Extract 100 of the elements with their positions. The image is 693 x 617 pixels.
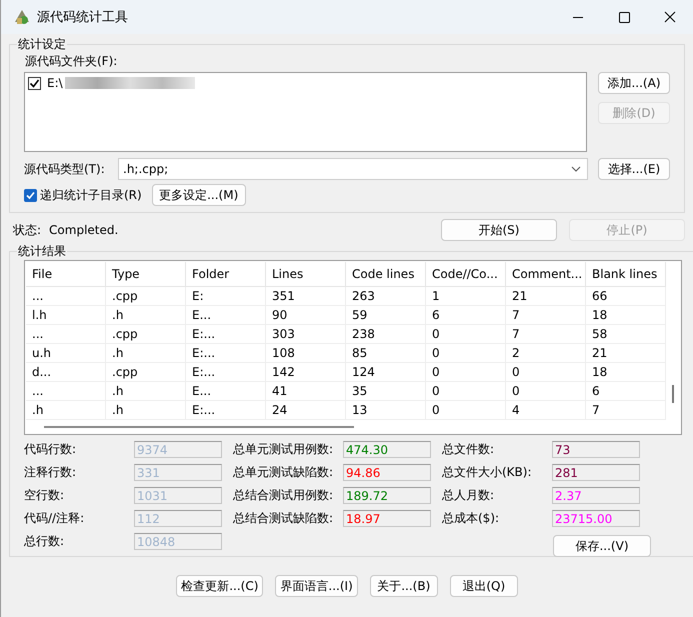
stat-label: 总成本($): (442, 510, 500, 527)
stat-field: 10848 (134, 533, 222, 550)
table-cell: .h (106, 344, 186, 362)
stat-field: 474.30 (343, 441, 431, 458)
stat-field: 9374 (134, 441, 222, 458)
table-cell: 90 (266, 306, 346, 324)
table-cell: 59 (346, 306, 426, 324)
group-title: 统计设定 (17, 36, 67, 53)
table-cell: 7 (506, 306, 586, 324)
table-cell: .h (26, 401, 106, 419)
stat-field: 189.72 (343, 487, 431, 504)
column-header[interactable]: Folder (186, 262, 266, 286)
table-cell: d... (26, 363, 106, 381)
table-cell: 108 (266, 344, 346, 362)
table-cell: 7 (586, 401, 666, 419)
table-cell: 124 (346, 363, 426, 381)
folder-checkbox[interactable] (28, 76, 41, 90)
table-cell: ... (26, 382, 106, 400)
column-header[interactable]: Comment... (506, 262, 586, 286)
table-cell: 303 (266, 325, 346, 343)
start-button[interactable]: 开始(S) (441, 219, 557, 241)
status-text: Completed. (49, 223, 118, 237)
table-cell: 263 (346, 287, 426, 305)
stat-field: 2.37 (552, 487, 640, 504)
stat-label: 代码行数: (24, 441, 78, 458)
table-cell: 21 (506, 287, 586, 305)
column-header[interactable]: Blank lines (586, 262, 666, 286)
table-cell: 0 (506, 363, 586, 381)
type-label: 源代码类型(T): (24, 160, 106, 178)
add-button[interactable]: 添加...(A) (598, 72, 670, 94)
stat-label: 总文件数: (442, 441, 496, 458)
footer-button[interactable]: 退出(Q) (450, 575, 518, 597)
stat-field: 112 (134, 510, 222, 527)
table-cell: 66 (586, 287, 666, 305)
table-cell: E... (186, 306, 266, 324)
column-header[interactable]: Code//Co... (426, 262, 506, 286)
table-cell: E:... (186, 344, 266, 362)
stat-field: 73 (552, 441, 640, 458)
table-cell: ... (26, 325, 106, 343)
table-cell: E:... (186, 401, 266, 419)
table-cell: E: (186, 287, 266, 305)
table-cell: 238 (346, 325, 426, 343)
folder-list[interactable]: E:\ (24, 72, 587, 152)
table-cell: E... (186, 382, 266, 400)
stat-label: 代码//注释: (24, 510, 86, 527)
table-cell: 6 (426, 306, 506, 324)
table-cell: 18 (586, 306, 666, 324)
type-combo[interactable]: .h;.cpp; (118, 158, 588, 180)
table-cell: 18 (586, 363, 666, 381)
footer-button[interactable]: 关于...(B) (370, 575, 438, 597)
stat-field: 1031 (134, 487, 222, 504)
table-cell: E:... (186, 363, 266, 381)
table-cell: 85 (346, 344, 426, 362)
footer-button[interactable]: 检查更新...(C) (176, 575, 264, 597)
table-cell: 0 (426, 382, 506, 400)
more-settings-button[interactable]: 更多设定...(M) (152, 184, 246, 206)
stat-label: 总行数: (24, 533, 66, 550)
table-cell: 0 (426, 363, 506, 381)
table-cell: 1 (426, 287, 506, 305)
column-header[interactable]: File (26, 262, 106, 286)
choose-button[interactable]: 选择...(E) (598, 158, 670, 180)
column-header[interactable]: Type (106, 262, 186, 286)
chevron-down-icon (571, 166, 581, 172)
table-cell: l.h (26, 306, 106, 324)
table-cell: 41 (266, 382, 346, 400)
stat-field: 331 (134, 464, 222, 481)
table-cell: 24 (266, 401, 346, 419)
table-cell: 142 (266, 363, 346, 381)
folder-path: E:\ (47, 76, 63, 90)
table-cell: E:... (186, 325, 266, 343)
table-cell: 6 (586, 382, 666, 400)
table-cell: .cpp (106, 287, 186, 305)
footer-button[interactable]: 界面语言...(I) (275, 575, 358, 597)
table-cell: 35 (346, 382, 426, 400)
stat-label: 总结合测试缺陷数: (233, 510, 334, 527)
table-cell: u.h (26, 344, 106, 362)
stat-label: 总人月数: (442, 487, 496, 504)
stat-label: 注释行数: (24, 464, 78, 481)
status-label: 状态: (13, 222, 42, 238)
table-cell: 0 (426, 344, 506, 362)
table-cell: .h (106, 382, 186, 400)
table-cell: 21 (586, 344, 666, 362)
recursive-checkbox[interactable] (24, 188, 37, 202)
table-cell: 2 (506, 344, 586, 362)
table-cell: 7 (506, 325, 586, 343)
stat-label: 总文件大小(KB): (442, 464, 533, 481)
stat-field: 23715.00 (552, 510, 640, 527)
stat-label: 总单元测试用例数: (233, 441, 334, 458)
folder-label: 源代码文件夹(F): (25, 53, 118, 70)
table-cell: .cpp (106, 325, 186, 343)
table-cell: 351 (266, 287, 346, 305)
window-title: 源代码统计工具 (37, 9, 128, 26)
stat-field: 94.86 (343, 464, 431, 481)
table-cell: 4 (506, 401, 586, 419)
column-header[interactable]: Code lines (346, 262, 426, 286)
table-cell: .h (106, 306, 186, 324)
column-header[interactable]: Lines (266, 262, 346, 286)
stat-field: 281 (552, 464, 640, 481)
stat-field: 18.97 (343, 510, 431, 527)
save-button[interactable]: 保存...(V) (553, 535, 651, 557)
